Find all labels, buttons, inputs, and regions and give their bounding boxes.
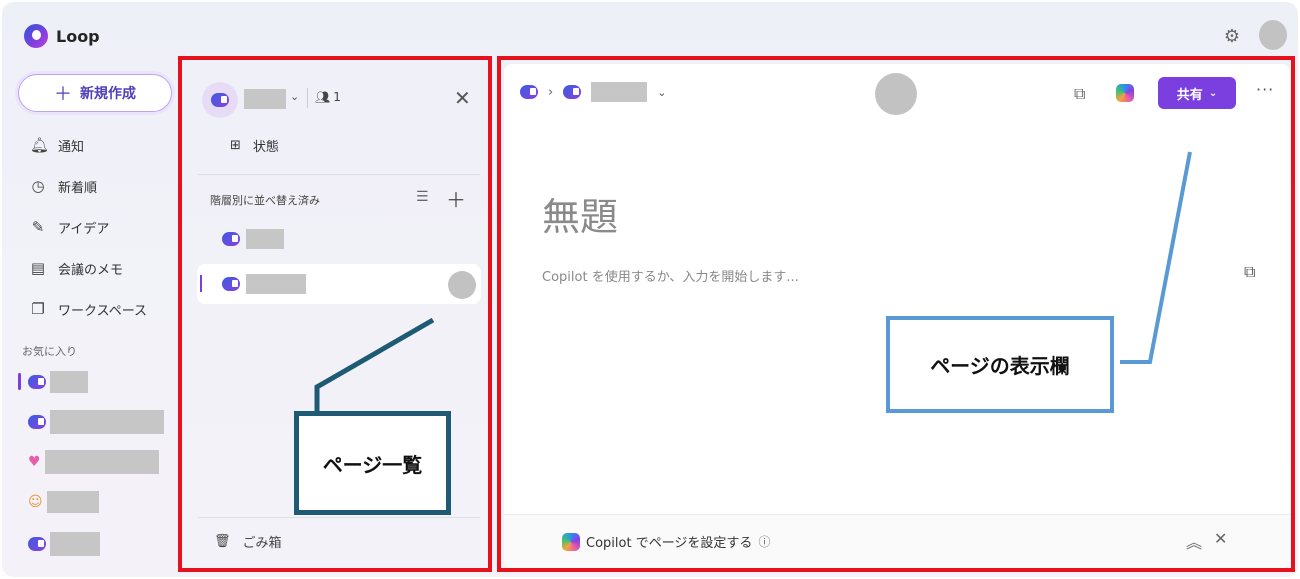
sidebar-item-recent[interactable]: ◷ 新着順 bbox=[30, 174, 97, 198]
workspace-icon: ❐ bbox=[31, 300, 45, 318]
sidebar-item-ideas[interactable]: ✎ アイデア bbox=[30, 215, 110, 239]
annotation-frame-page-view bbox=[497, 56, 1295, 572]
sidebar-item-label: アイデア bbox=[58, 221, 110, 237]
favorite-item[interactable] bbox=[18, 370, 88, 394]
sidebar-item-meeting-notes[interactable]: ▤ 会議のメモ bbox=[30, 256, 123, 280]
loop-page-icon bbox=[28, 375, 46, 389]
favorites-heading: お気に入り bbox=[22, 345, 77, 358]
favorite-item[interactable] bbox=[28, 532, 100, 556]
new-create-button[interactable]: ＋ 新規作成 bbox=[18, 74, 172, 112]
redacted-name bbox=[50, 410, 164, 434]
favorite-item[interactable]: ☺ bbox=[28, 490, 99, 514]
page-list-callout-text: ページ一覧 bbox=[322, 452, 423, 477]
favorite-item[interactable] bbox=[28, 410, 164, 434]
favorite-item[interactable]: ♥ bbox=[28, 450, 159, 474]
bell-icon: 🔔︎ bbox=[30, 136, 50, 154]
loop-page-icon bbox=[28, 415, 46, 429]
loop-page-icon bbox=[28, 537, 46, 551]
redacted-name bbox=[50, 371, 88, 393]
sidebar-item-label: 通知 bbox=[58, 139, 85, 155]
selected-indicator bbox=[18, 373, 21, 390]
sidebar-item-label: ワークスペース bbox=[58, 303, 148, 319]
app-logo[interactable]: Loop bbox=[24, 24, 100, 48]
plus-icon: ＋ bbox=[54, 84, 72, 105]
sidebar-item-workspaces[interactable]: ❐ ワークスペース bbox=[30, 297, 147, 321]
page-view-callout-text: ページの表示欄 bbox=[930, 354, 1070, 378]
loop-logo-icon bbox=[24, 24, 48, 48]
clock-icon: ◷ bbox=[31, 177, 45, 195]
redacted-name bbox=[44, 450, 159, 474]
page-view-callout: ページの表示欄 bbox=[886, 316, 1114, 413]
redacted-name bbox=[50, 532, 100, 556]
sidebar-item-label: 会議のメモ bbox=[58, 262, 124, 278]
page-list-callout: ページ一覧 bbox=[294, 411, 451, 515]
notes-icon: ▤ bbox=[30, 259, 46, 277]
new-create-label: 新規作成 bbox=[80, 86, 136, 102]
heart-balloon-icon: ♥ bbox=[28, 454, 41, 470]
app-name: Loop bbox=[56, 26, 100, 46]
sidebar-item-label: 新着順 bbox=[58, 180, 98, 196]
user-avatar[interactable] bbox=[1259, 20, 1287, 50]
emoji-face-icon: ☺ bbox=[28, 494, 43, 510]
settings-gear-icon[interactable]: ⚙ bbox=[1221, 26, 1243, 48]
sidebar-item-notifications[interactable]: 🔔︎ 通知 bbox=[30, 133, 84, 157]
redacted-name bbox=[46, 491, 99, 513]
idea-icon: ✎ bbox=[31, 218, 45, 236]
